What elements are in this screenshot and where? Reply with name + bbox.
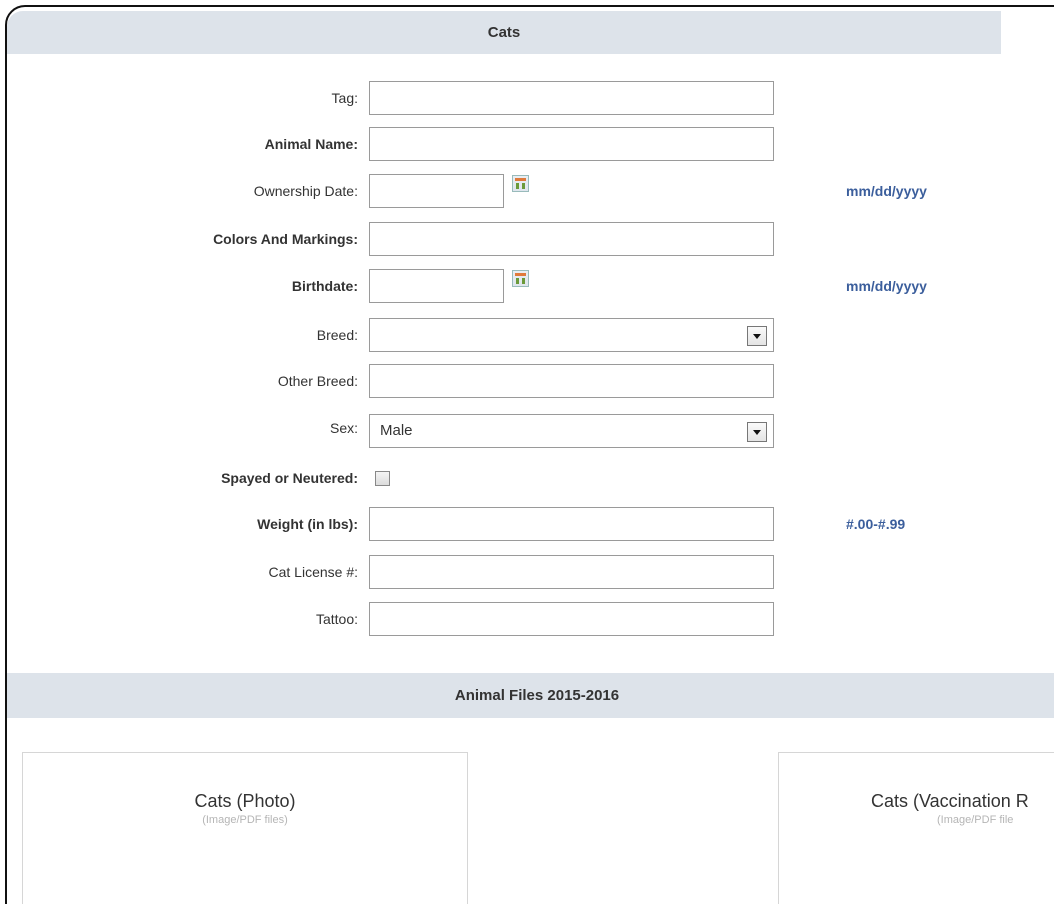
form-window: Cats Tag: Animal Name: Ownership Date: m… — [0, 0, 1054, 904]
chevron-down-icon[interactable] — [747, 422, 767, 442]
breed-label: Breed: — [316, 327, 358, 343]
files-section-title: Animal Files 2015-2016 — [454, 687, 620, 704]
sex-row: Sex: Male — [0, 414, 1054, 448]
ownership-date-row: Ownership Date: mm/dd/yyyy — [0, 174, 1054, 208]
weight-format-hint: #.00-#.99 — [846, 516, 906, 532]
form-header: Cats — [7, 11, 1001, 54]
birthdate-row: Birthdate: mm/dd/yyyy — [0, 269, 1054, 303]
breed-row: Breed: — [0, 318, 1054, 352]
weight-label: Weight (in lbs): — [257, 516, 358, 532]
file-card-subtitle: (Image/PDF files) — [202, 814, 288, 826]
tattoo-row: Tattoo: — [0, 602, 1054, 636]
tag-row: Tag: — [0, 81, 1054, 115]
spayed-label: Spayed or Neutered: — [221, 470, 358, 486]
colors-label: Colors And Markings: — [213, 231, 358, 247]
birthdate-input[interactable] — [369, 269, 504, 303]
animal-name-input[interactable] — [369, 127, 774, 161]
birthdate-format-hint: mm/dd/yyyy — [846, 278, 927, 294]
animal-name-row: Animal Name: — [0, 127, 1054, 161]
file-card-subtitle: (Image/PDF file — [937, 814, 1014, 826]
sex-select[interactable]: Male — [369, 414, 774, 448]
other-breed-row: Other Breed: — [0, 364, 1054, 398]
files-section-header: Animal Files 2015-2016 — [7, 673, 1054, 718]
other-breed-input[interactable] — [369, 364, 774, 398]
form-title: Cats — [487, 24, 521, 41]
spayed-checkbox[interactable] — [375, 471, 390, 486]
calendar-icon[interactable] — [512, 175, 529, 192]
sex-label: Sex: — [329, 420, 358, 436]
license-label: Cat License #: — [268, 564, 359, 580]
sex-select-value: Male — [380, 422, 413, 439]
breed-select[interactable] — [369, 318, 774, 352]
file-card-title: Cats (Vaccination R — [871, 791, 1029, 811]
other-breed-label: Other Breed: — [277, 373, 358, 389]
tag-label: Tag: — [331, 90, 358, 106]
photo-upload-card[interactable]: Cats (Photo) (Image/PDF files) — [22, 752, 468, 904]
calendar-icon[interactable] — [512, 270, 529, 287]
license-row: Cat License #: — [0, 555, 1054, 589]
colors-input[interactable] — [369, 222, 774, 256]
license-input[interactable] — [369, 555, 774, 589]
weight-row: Weight (in lbs): #.00-#.99 — [0, 507, 1054, 541]
animal-name-label: Animal Name: — [264, 136, 358, 152]
file-card-title: Cats (Photo) — [194, 791, 296, 811]
vaccination-upload-card[interactable]: Cats (Vaccination R (Image/PDF file — [778, 752, 1054, 904]
weight-input[interactable] — [369, 507, 774, 541]
ownership-date-format-hint: mm/dd/yyyy — [846, 183, 927, 199]
birthdate-label: Birthdate: — [291, 278, 358, 294]
tattoo-input[interactable] — [369, 602, 774, 636]
ownership-date-label: Ownership Date: — [253, 183, 358, 199]
tag-input[interactable] — [369, 81, 774, 115]
chevron-down-icon[interactable] — [747, 326, 767, 346]
ownership-date-input[interactable] — [369, 174, 504, 208]
tattoo-label: Tattoo: — [315, 611, 358, 627]
colors-row: Colors And Markings: — [0, 222, 1054, 256]
spayed-row: Spayed or Neutered: — [0, 461, 1054, 495]
